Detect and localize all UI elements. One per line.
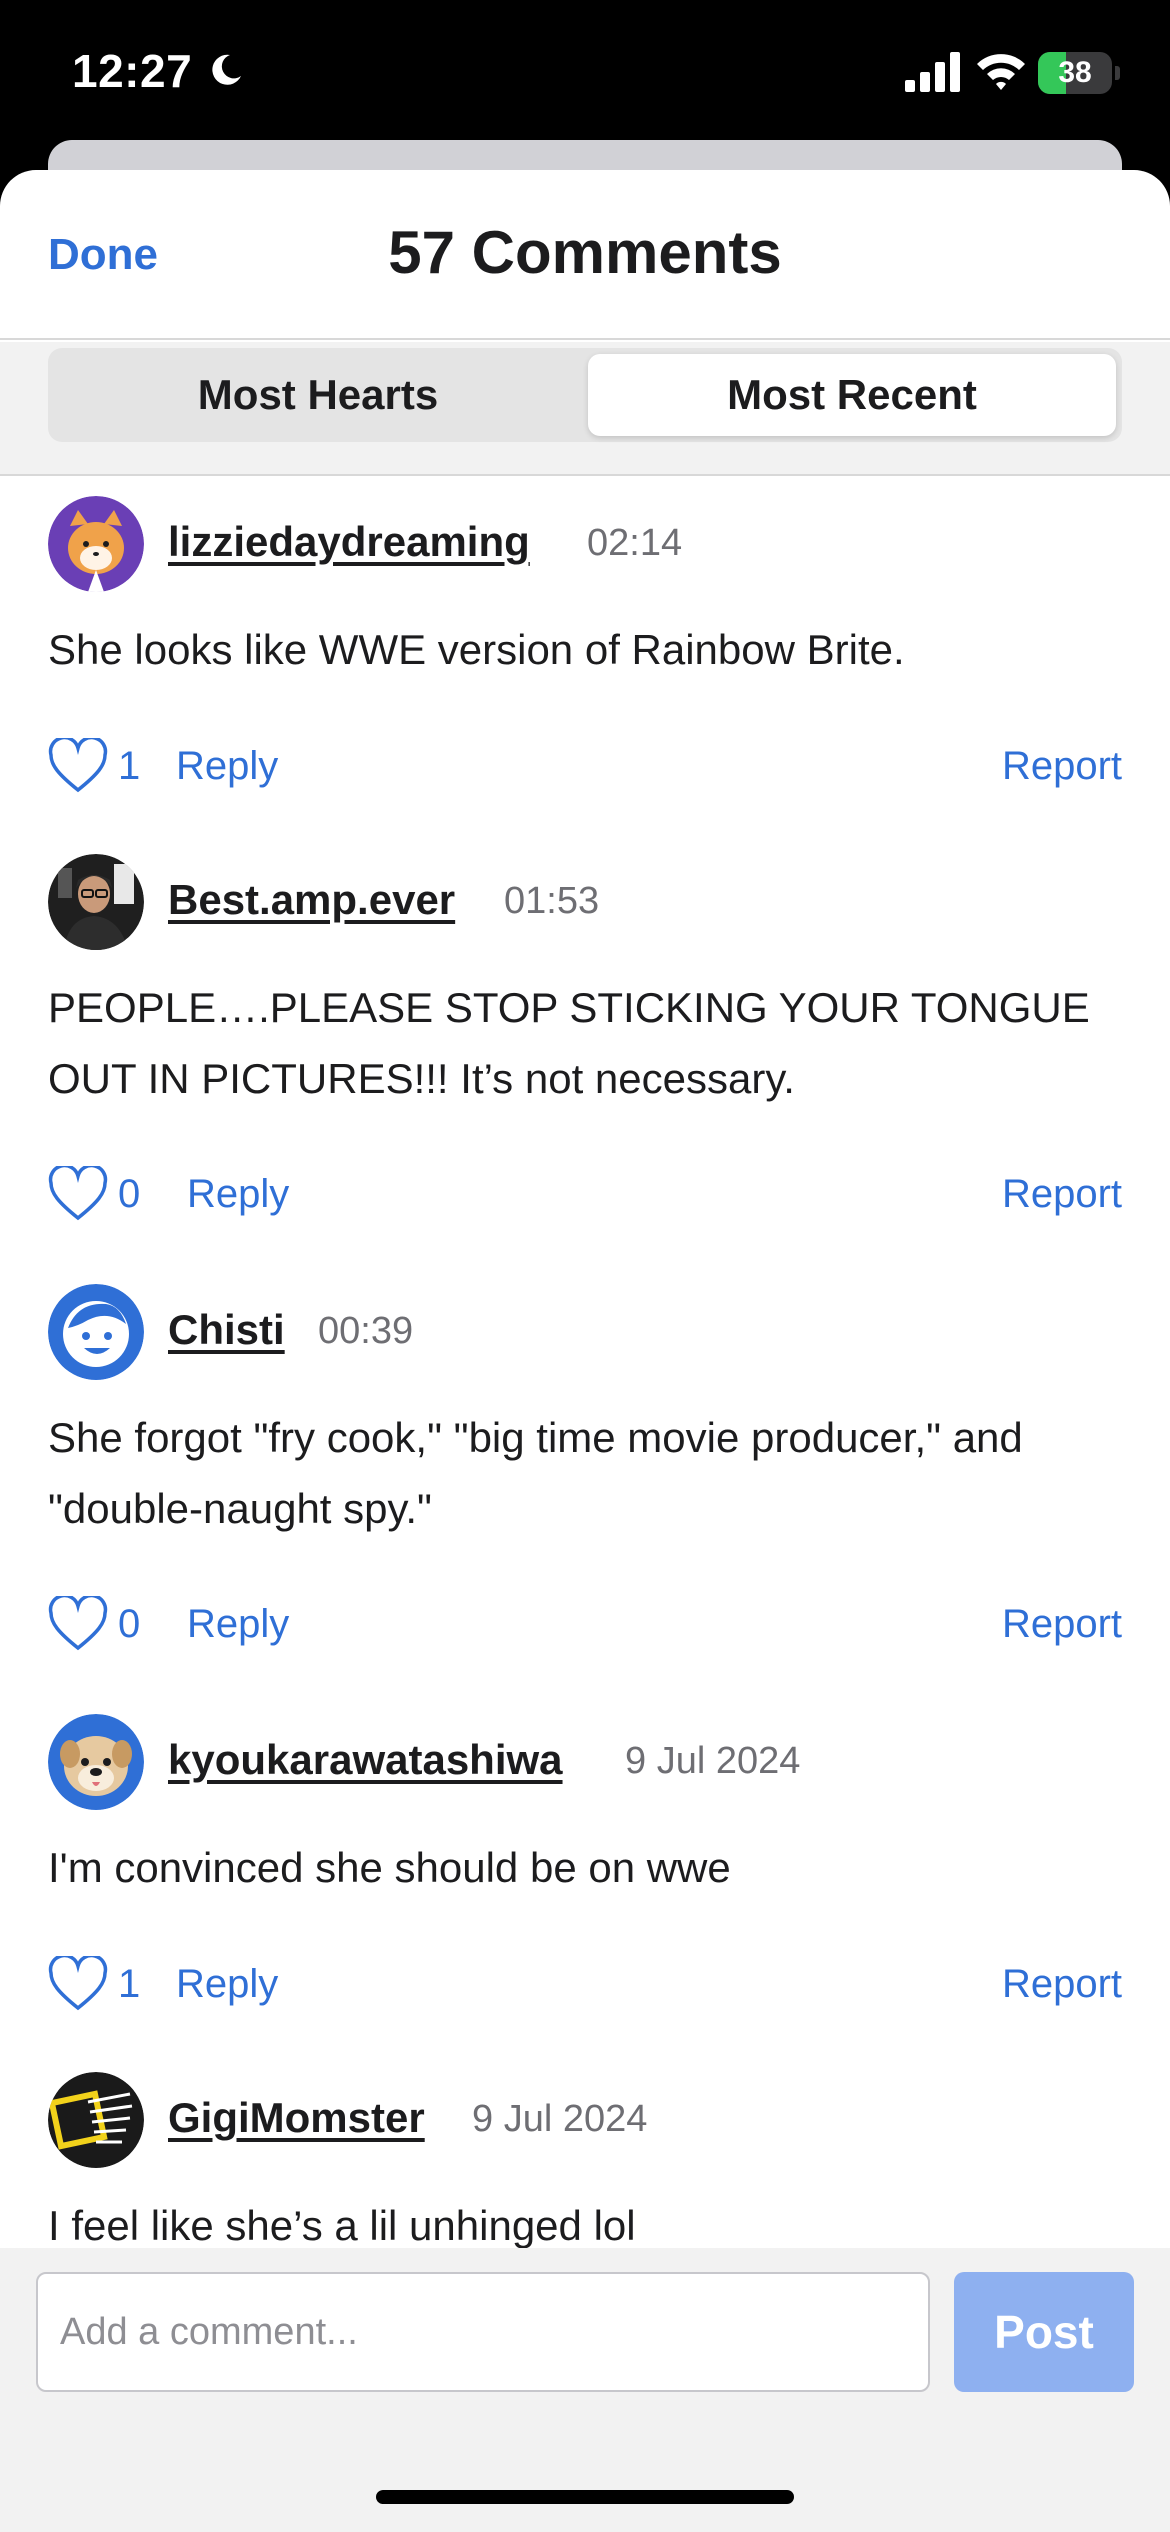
avatar[interactable] [48, 1284, 144, 1380]
avatar[interactable] [48, 854, 144, 950]
avatar[interactable] [48, 2072, 144, 2168]
comment-username[interactable]: kyoukarawatashiwa [168, 1736, 563, 1784]
battery-level: 38 [1058, 56, 1092, 89]
sort-segmented-control: Most Hearts Most Recent [48, 348, 1122, 442]
sheet-header: Done 57 Comments [0, 170, 1170, 340]
comment-timestamp: 02:14 [587, 522, 683, 564]
heart-count: 1 [118, 744, 141, 788]
report-button[interactable]: Report [1002, 744, 1122, 789]
report-button[interactable]: Report [1002, 1602, 1122, 1647]
heart-icon[interactable] [48, 1956, 108, 2012]
cat-avatar-icon [48, 496, 144, 592]
heart-icon[interactable] [48, 738, 108, 794]
comment-actions: 0 Reply Report [0, 1160, 1170, 1230]
heart-count: 1 [118, 1962, 141, 2006]
reply-button[interactable]: Reply [176, 744, 278, 789]
heart-count: 0 [118, 1172, 141, 1216]
reply-button[interactable]: Reply [187, 1172, 289, 1217]
avatar[interactable] [48, 496, 144, 592]
page-title: 57 Comments [388, 219, 782, 286]
comment-text: I feel like she’s a lil unhinged lol [48, 2202, 636, 2248]
report-button[interactable]: Report [1002, 1962, 1122, 2007]
comment-timestamp: 01:53 [504, 880, 600, 922]
comment-timestamp: 00:39 [318, 1310, 414, 1352]
comment-input[interactable] [36, 2272, 930, 2392]
heart-icon[interactable] [48, 1166, 108, 1222]
comment-text: She forgot "fry cook," "big time movie p… [48, 1414, 1023, 1532]
default-face-icon [48, 1284, 144, 1380]
comment-text: PEOPLE….PLEASE STOP STICKING YOUR TONGUE… [48, 984, 1090, 1102]
comments-list[interactable]: lizziedaydreaming 02:14 She looks like W… [0, 478, 1170, 2248]
cellular-signal-icon [905, 52, 960, 92]
comment-username[interactable]: lizziedaydreaming [168, 518, 530, 566]
comment-actions: 1 Reply Report [0, 1950, 1170, 2020]
status-bar: 12:27 38 [0, 0, 1170, 150]
comments-sheet: Done 57 Comments Most Hearts Most Recent [0, 170, 1170, 2532]
dog-avatar-icon [48, 1714, 144, 1810]
tab-most-recent[interactable]: Most Recent [588, 354, 1116, 436]
comment-username[interactable]: GigiMomster [168, 2094, 425, 2142]
reply-button[interactable]: Reply [176, 1962, 278, 2007]
comment-actions: 1 Reply Report [0, 732, 1170, 802]
photo-avatar [48, 854, 144, 950]
reply-button[interactable]: Reply [187, 1602, 289, 1647]
comment-text: I'm convinced she should be on wwe [48, 1844, 731, 1891]
heart-icon[interactable] [48, 1596, 108, 1652]
comment-username[interactable]: Best.amp.ever [168, 876, 455, 924]
comment-username[interactable]: Chisti [168, 1306, 285, 1354]
comment-timestamp: 9 Jul 2024 [625, 1740, 801, 1782]
report-button[interactable]: Report [1002, 1172, 1122, 1217]
badge-avatar [48, 2072, 144, 2168]
wifi-icon [977, 54, 1025, 90]
comment-actions: 0 Reply Report [0, 1590, 1170, 1660]
tab-most-hearts[interactable]: Most Hearts [54, 354, 582, 436]
comment-text: She looks like WWE version of Rainbow Br… [48, 626, 905, 673]
home-indicator [376, 2490, 794, 2504]
comment-timestamp: 9 Jul 2024 [472, 2098, 648, 2140]
heart-count: 0 [118, 1602, 141, 1646]
moon-icon [212, 54, 241, 85]
battery-icon: 38 [1038, 52, 1120, 94]
avatar[interactable] [48, 1714, 144, 1810]
post-button[interactable]: Post [954, 2272, 1134, 2392]
status-time: 12:27 [72, 45, 193, 97]
